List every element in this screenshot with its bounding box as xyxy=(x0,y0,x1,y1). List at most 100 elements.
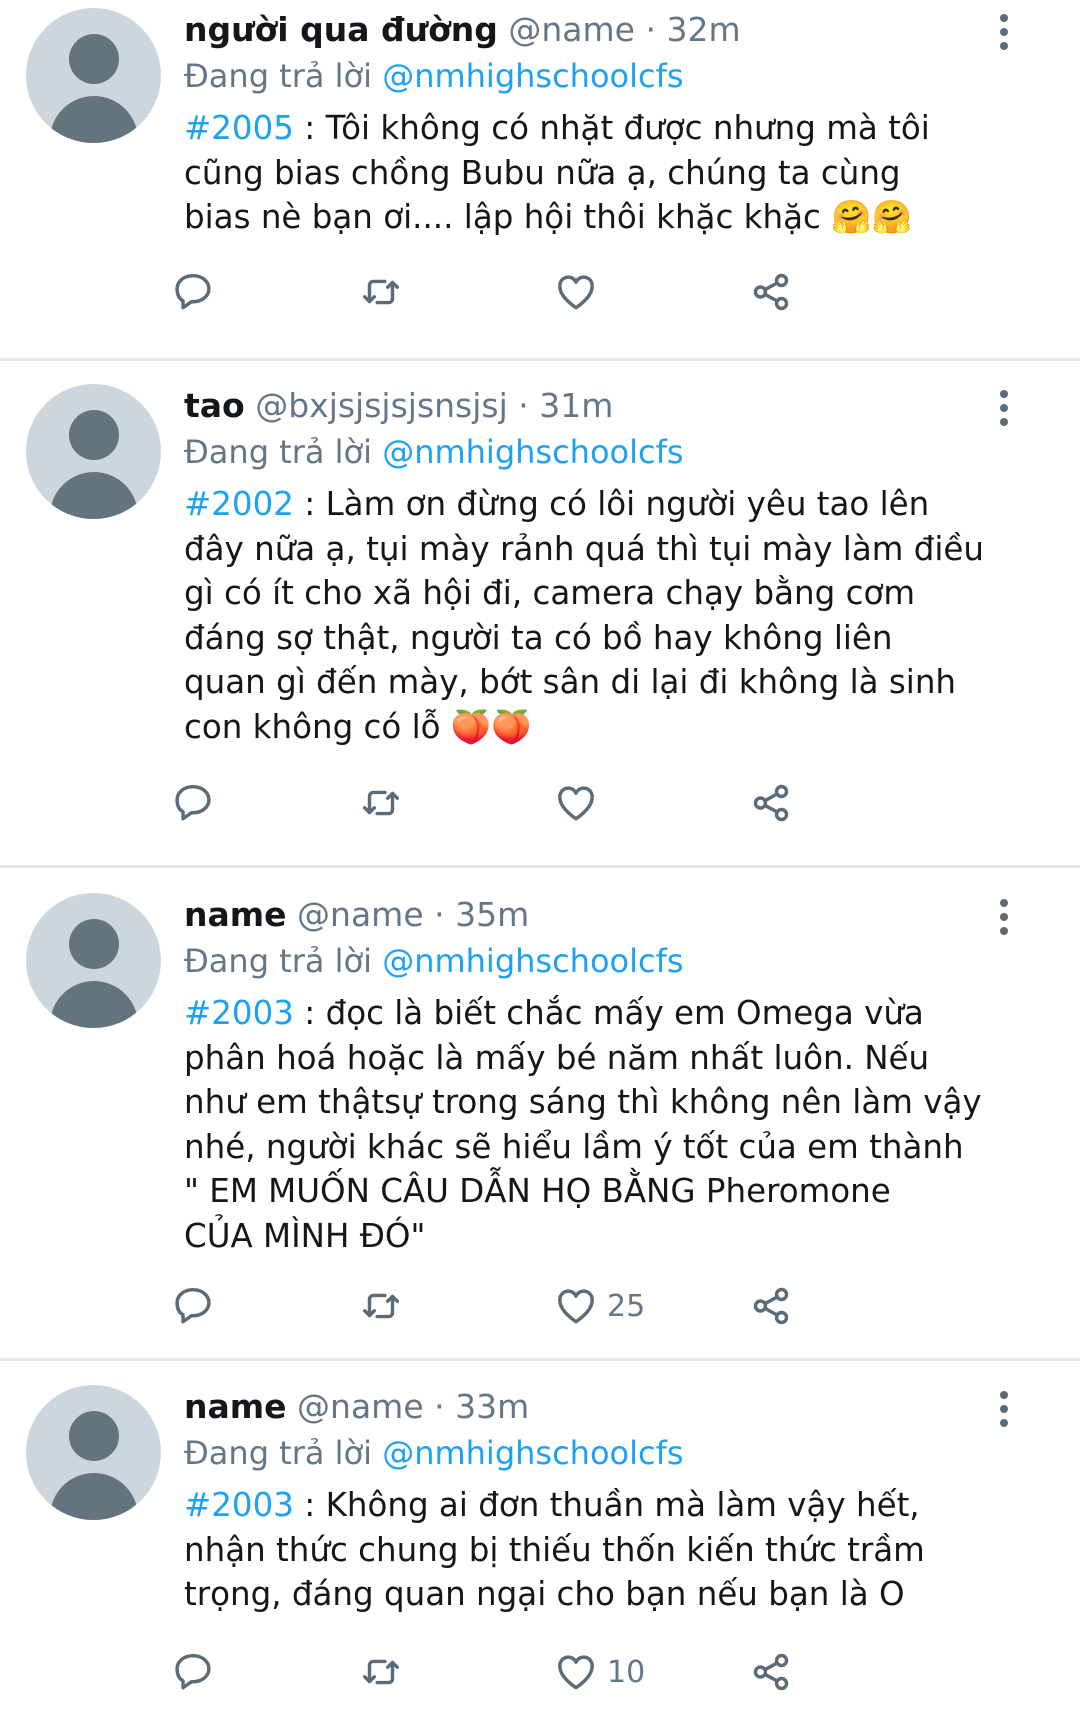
timestamp[interactable]: 32m xyxy=(666,10,740,49)
user-handle[interactable]: @name xyxy=(297,1387,424,1426)
tweet-actions xyxy=(175,778,944,828)
display-name[interactable]: name xyxy=(184,1387,287,1426)
share-button[interactable] xyxy=(748,778,794,828)
tweet-divider xyxy=(0,865,1080,868)
heart-icon xyxy=(558,1289,594,1324)
share-icon xyxy=(753,784,789,822)
avatar[interactable] xyxy=(26,893,161,1028)
tweet[interactable]: người qua đường @name · 32m Đang trả lời… xyxy=(0,0,1080,330)
separator-dot: · xyxy=(645,10,656,49)
display-name[interactable]: người qua đường xyxy=(184,10,498,49)
avatar-body-shape xyxy=(50,472,138,519)
hashtag-link[interactable]: #2005 xyxy=(184,109,294,147)
tweet-feed: người qua đường @name · 32m Đang trả lời… xyxy=(0,0,1080,1716)
hashtag-link[interactable]: #2003 xyxy=(184,994,294,1032)
tweet-header: người qua đường @name · 32m xyxy=(184,8,741,52)
like-count: 10 xyxy=(607,1654,646,1690)
retweet-icon xyxy=(362,279,400,305)
reply-icon xyxy=(175,784,211,821)
retweet-button[interactable] xyxy=(358,1647,404,1697)
replying-to-handle[interactable]: @nmhighschoolcfs xyxy=(382,57,683,95)
retweet-button[interactable] xyxy=(358,267,404,317)
replying-to-label: Đang trả lời xyxy=(184,433,373,471)
avatar[interactable] xyxy=(26,1385,161,1520)
avatar[interactable] xyxy=(26,8,161,143)
separator-dot: · xyxy=(518,386,529,425)
replying-to-handle[interactable]: @nmhighschoolcfs xyxy=(382,942,683,980)
replying-to-label: Đang trả lời xyxy=(184,1434,373,1472)
display-name[interactable]: tao xyxy=(184,386,245,425)
reply-icon xyxy=(175,1287,211,1324)
tweet-header: name @name · 33m xyxy=(184,1385,529,1429)
replying-to-label: Đang trả lời xyxy=(184,942,373,980)
tweet-header: name @name · 35m xyxy=(184,893,529,937)
like-count: 25 xyxy=(607,1288,646,1324)
tweet-text: #2005 : Tôi không có nhặt được nhưng mà … xyxy=(184,106,1029,240)
like-button[interactable] xyxy=(553,778,607,828)
hashtag-link[interactable]: #2003 xyxy=(184,1486,294,1524)
timestamp[interactable]: 33m xyxy=(455,1387,529,1426)
share-icon xyxy=(753,1653,789,1691)
replying-to: Đang trả lời @nmhighschoolcfs xyxy=(184,54,684,98)
heart-icon xyxy=(558,786,594,821)
avatar-body-shape xyxy=(50,981,138,1028)
avatar-head-shape xyxy=(69,1411,119,1461)
tweet-text: #2002 : Làm ơn đừng có lôi người yêu tao… xyxy=(184,482,1029,749)
more-vertical-icon[interactable] xyxy=(990,388,1020,428)
tweet[interactable]: name @name · 33m Đang trả lời @nmhighsch… xyxy=(0,1377,1080,1716)
separator-dot: · xyxy=(434,895,445,934)
user-handle[interactable]: @bxjsjsjsjsnsjsj xyxy=(255,386,508,425)
tweet-body: : Làm ơn đừng có lôi người yêu tao lên đ… xyxy=(184,485,984,746)
tweet[interactable]: name @name · 35m Đang trả lời @nmhighsch… xyxy=(0,885,1080,1345)
separator-dot: · xyxy=(434,1387,445,1426)
replying-to: Đang trả lời @nmhighschoolcfs xyxy=(184,1431,684,1475)
tweet-actions: 25 xyxy=(175,1281,944,1331)
heart-icon xyxy=(558,1655,594,1690)
reply-button[interactable] xyxy=(170,778,216,828)
reply-icon xyxy=(175,1653,211,1690)
avatar-head-shape xyxy=(69,34,119,84)
avatar-head-shape xyxy=(69,410,119,460)
share-button[interactable] xyxy=(748,1281,794,1331)
user-handle[interactable]: @name xyxy=(508,10,635,49)
replying-to: Đang trả lời @nmhighschoolcfs xyxy=(184,430,684,474)
reply-button[interactable] xyxy=(170,1647,216,1697)
retweet-icon xyxy=(362,1293,400,1319)
timestamp[interactable]: 31m xyxy=(539,386,613,425)
avatar[interactable] xyxy=(26,384,161,519)
reply-button[interactable] xyxy=(170,267,216,317)
timestamp[interactable]: 35m xyxy=(455,895,529,934)
avatar-head-shape xyxy=(69,919,119,969)
tweet-body: : Không ai đơn thuần mà làm vậy hết, nhậ… xyxy=(184,1486,925,1613)
display-name[interactable]: name xyxy=(184,895,287,934)
tweet-header: tao @bxjsjsjsjsnsjsj · 31m xyxy=(184,384,613,428)
user-handle[interactable]: @name xyxy=(297,895,424,934)
tweet-actions: 10 xyxy=(175,1647,944,1697)
more-vertical-icon[interactable] xyxy=(990,897,1020,937)
reply-button[interactable] xyxy=(170,1281,216,1331)
replying-to-handle[interactable]: @nmhighschoolcfs xyxy=(382,1434,683,1472)
hashtag-link[interactable]: #2002 xyxy=(184,485,294,523)
like-button[interactable]: 25 xyxy=(553,1281,645,1331)
tweet-text: #2003 : đọc là biết chắc mấy em Omega vừ… xyxy=(184,991,1029,1258)
more-vertical-icon[interactable] xyxy=(990,12,1020,52)
avatar-body-shape xyxy=(50,96,138,143)
heart-icon xyxy=(558,275,594,310)
replying-to: Đang trả lời @nmhighschoolcfs xyxy=(184,939,684,983)
share-icon xyxy=(753,273,789,311)
share-button[interactable] xyxy=(748,267,794,317)
tweet[interactable]: tao @bxjsjsjsjsnsjsj · 31m Đang trả lời … xyxy=(0,376,1080,836)
more-vertical-icon[interactable] xyxy=(990,1389,1020,1429)
avatar-body-shape xyxy=(50,1473,138,1520)
tweet-divider xyxy=(0,358,1080,361)
tweet-divider xyxy=(0,1358,1080,1361)
like-button[interactable]: 10 xyxy=(553,1647,645,1697)
retweet-button[interactable] xyxy=(358,1281,404,1331)
tweet-body: : đọc là biết chắc mấy em Omega vừa phân… xyxy=(184,994,982,1255)
replying-to-label: Đang trả lời xyxy=(184,57,373,95)
replying-to-handle[interactable]: @nmhighschoolcfs xyxy=(382,433,683,471)
like-button[interactable] xyxy=(553,267,607,317)
retweet-button[interactable] xyxy=(358,778,404,828)
share-button[interactable] xyxy=(748,1647,794,1697)
reply-icon xyxy=(175,273,211,310)
